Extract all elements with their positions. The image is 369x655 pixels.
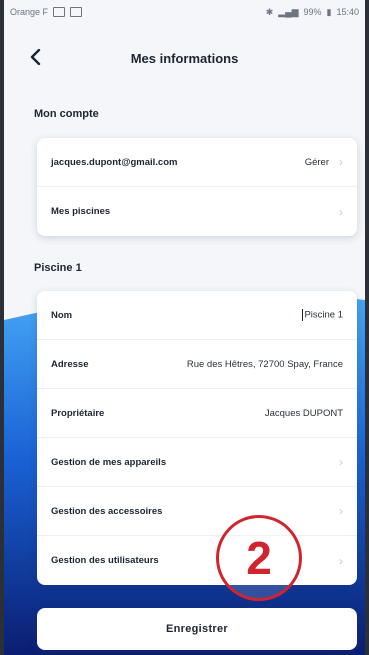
manage-devices-row[interactable]: Gestion de mes appareils › <box>37 438 357 487</box>
manage-users-label: Gestion des utilisateurs <box>51 555 159 566</box>
chevron-left-icon <box>30 49 41 65</box>
pool-address-label: Adresse <box>51 358 89 370</box>
manage-accessories-label: Gestion des accessoires <box>51 505 163 517</box>
pool-name-input[interactable]: Piscine 1 <box>304 310 343 321</box>
status-bar: Orange F ✱ ▂▄▆ 99% ▮ 15:40 <box>10 4 359 20</box>
pool-address-value[interactable]: Rue des Hêtres, 72700 Spay, France <box>187 359 343 370</box>
bluetooth-icon: ✱ <box>265 6 274 17</box>
account-section-title: Mon compte <box>34 108 99 120</box>
page-title: Mes informations <box>130 50 239 66</box>
chevron-right-icon: › <box>339 504 343 518</box>
app-screen: Orange F ✱ ▂▄▆ 99% ▮ 15:40 Mes informati… <box>0 0 369 655</box>
manage-link[interactable]: Gérer <box>305 157 329 168</box>
chevron-right-icon: › <box>339 553 343 568</box>
pool-card: Nom Piscine 1 Adresse Rue des Hêtres, 72… <box>37 291 357 585</box>
my-pools-row[interactable]: Mes piscines › <box>37 187 357 236</box>
account-email-row[interactable]: jacques.dupont@gmail.com Gérer › <box>37 138 357 187</box>
manage-users-row[interactable]: Gestion des utilisateurs › <box>37 536 357 585</box>
manage-devices-label: Gestion de mes appareils <box>51 456 167 468</box>
back-button[interactable] <box>26 48 44 66</box>
chevron-right-icon: › <box>339 455 343 469</box>
pool-address-row[interactable]: Adresse Rue des Hêtres, 72700 Spay, Fran… <box>37 340 357 389</box>
notification-icon <box>70 7 83 17</box>
pool-owner-row[interactable]: Propriétaire Jacques DUPONT <box>37 389 357 438</box>
carrier-label: Orange F <box>10 7 49 17</box>
manage-accessories-row[interactable]: Gestion des accessoires › <box>37 487 357 536</box>
pool-owner-label: Propriétaire <box>51 407 105 419</box>
signal-icon: ▂▄▆ <box>278 6 299 17</box>
email-label: jacques.dupont@gmail.com <box>51 156 178 168</box>
header: Mes informations <box>4 38 365 78</box>
pool-section-title: Piscine 1 <box>34 262 82 274</box>
chevron-right-icon: › <box>339 204 343 219</box>
account-card: jacques.dupont@gmail.com Gérer › Mes pis… <box>37 138 357 236</box>
pool-owner-value[interactable]: Jacques DUPONT <box>265 408 343 419</box>
chevron-right-icon: › <box>339 155 343 169</box>
save-button[interactable]: Enregistrer <box>37 608 357 650</box>
annotation-number-badge: 2 <box>216 515 302 601</box>
pool-name-row[interactable]: Nom Piscine 1 <box>37 291 357 340</box>
time-label: 15:40 <box>336 7 359 17</box>
pool-name-label: Nom <box>51 309 73 321</box>
message-icon <box>53 7 66 17</box>
battery-icon: ▮ <box>326 6 332 17</box>
my-pools-label: Mes piscines <box>51 206 111 217</box>
battery-label: 99% <box>303 7 322 17</box>
